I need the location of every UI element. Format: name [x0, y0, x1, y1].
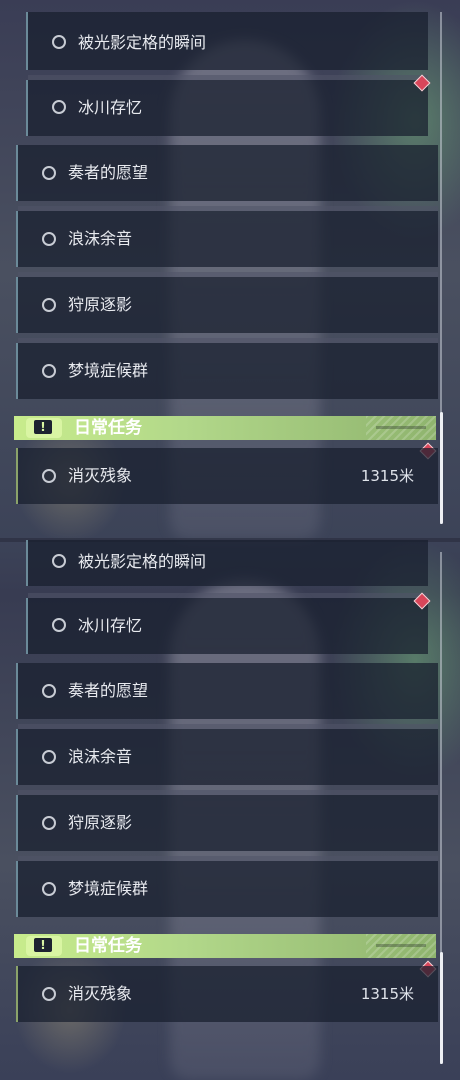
quest-label: 奏者的愿望	[68, 681, 149, 700]
daily-quests-header[interactable]: ! 日常任务	[14, 934, 436, 958]
radio-circle-icon	[52, 554, 66, 568]
radio-circle-icon	[42, 469, 56, 483]
radio-circle-icon	[42, 298, 56, 312]
header-decor-line	[376, 426, 426, 429]
quest-item[interactable]: 浪沫余音	[16, 206, 438, 267]
radio-circle-icon	[52, 100, 66, 114]
daily-quest-item[interactable]: 消灭残象 1315米	[16, 966, 438, 1022]
quest-label: 被光影定格的瞬间	[78, 552, 207, 571]
quest-label: 浪沫余音	[68, 747, 133, 766]
quest-label: 冰川存忆	[78, 616, 143, 635]
quest-panel-bottom: 被光影定格的瞬间 冰川存忆 奏者的愿望 浪沫余音 狩原逐影 梦境症候群 ! 日常…	[0, 540, 460, 1080]
radio-circle-icon	[42, 987, 56, 1001]
quest-item[interactable]: 狩原逐影	[16, 272, 438, 333]
quest-panel-top: 被光影定格的瞬间 冰川存忆 奏者的愿望 浪沫余音 狩原逐影 梦境症候群 ! 日常…	[0, 0, 460, 540]
distance-readout: 1315米	[360, 467, 414, 485]
quest-item[interactable]: 被光影定格的瞬间	[26, 540, 428, 586]
daily-header-title: 日常任务	[74, 418, 142, 438]
daily-quest-item[interactable]: 消灭残象 1315米	[16, 448, 438, 504]
daily-quests-header[interactable]: ! 日常任务	[14, 416, 436, 440]
quest-item[interactable]: 梦境症候群	[16, 338, 438, 399]
header-decor-line	[376, 944, 426, 947]
radio-circle-icon	[42, 684, 56, 698]
scrollbar-thumb[interactable]	[440, 412, 443, 524]
exclamation-icon: !	[34, 938, 52, 952]
quest-label: 狩原逐影	[68, 813, 133, 832]
quest-item[interactable]: 狩原逐影	[16, 790, 438, 851]
quest-label: 梦境症候群	[68, 361, 149, 380]
quest-item[interactable]: 冰川存忆	[26, 593, 428, 654]
quest-label: 冰川存忆	[78, 98, 143, 117]
quest-item[interactable]: 奏者的愿望	[16, 145, 438, 201]
daily-flag-icon: !	[26, 418, 62, 438]
radio-circle-icon	[42, 232, 56, 246]
radio-circle-icon	[42, 750, 56, 764]
quest-item[interactable]: 梦境症候群	[16, 856, 438, 917]
quest-item[interactable]: 被光影定格的瞬间	[26, 12, 428, 70]
radio-circle-icon	[42, 166, 56, 180]
quest-item[interactable]: 冰川存忆	[26, 75, 428, 136]
radio-circle-icon	[42, 364, 56, 378]
daily-flag-icon: !	[26, 936, 62, 956]
quest-label: 奏者的愿望	[68, 163, 149, 182]
quest-item[interactable]: 浪沫余音	[16, 724, 438, 785]
distance-readout: 1315米	[360, 985, 414, 1003]
daily-header-title: 日常任务	[74, 936, 142, 956]
quest-label: 梦境症候群	[68, 879, 149, 898]
radio-circle-icon	[52, 618, 66, 632]
scrollbar-thumb[interactable]	[440, 952, 443, 1064]
radio-circle-icon	[52, 35, 66, 49]
daily-quest-label: 消灭残象	[68, 984, 133, 1003]
exclamation-icon: !	[34, 420, 52, 434]
quest-label: 狩原逐影	[68, 295, 133, 314]
radio-circle-icon	[42, 816, 56, 830]
radio-circle-icon	[42, 882, 56, 896]
daily-quest-label: 消灭残象	[68, 466, 133, 485]
quest-label: 被光影定格的瞬间	[78, 33, 207, 52]
quest-label: 浪沫余音	[68, 229, 133, 248]
quest-item[interactable]: 奏者的愿望	[16, 663, 438, 719]
